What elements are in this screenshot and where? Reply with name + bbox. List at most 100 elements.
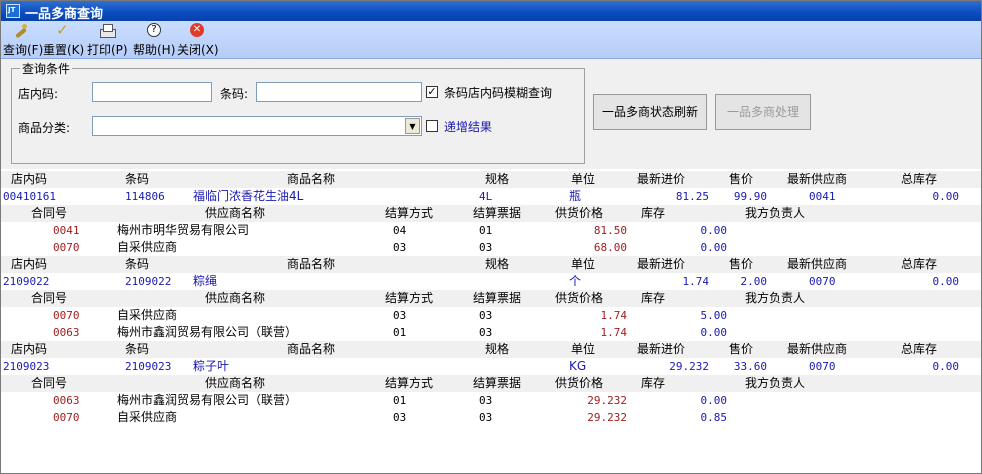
- store-code-input[interactable]: [92, 82, 212, 102]
- supplier-row[interactable]: 0070 自采供应商 03 03 1.74 5.00: [1, 307, 981, 324]
- printer-icon: [99, 23, 116, 39]
- category-label: 商品分类:: [18, 121, 71, 135]
- category-select[interactable]: ▼: [92, 116, 422, 136]
- latest-supplier-cell: 0041: [809, 190, 836, 203]
- sub-column-header-s2: 供应商名称: [205, 206, 266, 220]
- sub-column-header-s6: 库存: [641, 206, 666, 220]
- title-bar: 一品多商查询: [1, 1, 981, 22]
- sub-column-header-s3: 结算方式: [385, 291, 434, 305]
- barcode-label: 条码:: [220, 87, 249, 101]
- supply-price-cell: 29.232: [587, 411, 627, 424]
- item-header-row: 店内码 条码 商品名称 规格 单位 最新进价 售价 最新供应商 总库存: [1, 171, 981, 188]
- close-button[interactable]: 关闭(X): [177, 23, 219, 57]
- item-row[interactable]: 2109023 2109023 粽子叶 KG 29.232 33.60 0070 0.00: [1, 358, 981, 375]
- close-icon: [189, 23, 205, 39]
- spec-cell: 4L: [479, 190, 493, 203]
- increment-label: 递增结果: [444, 120, 493, 134]
- product-name-cell: 粽子叶: [193, 359, 230, 373]
- vendor-name-cell: 梅州市鑫润贸易有限公司（联营）: [117, 393, 298, 407]
- item-row[interactable]: 2109022 2109022 粽绳 个 1.74 2.00 0070 0.00: [1, 273, 981, 290]
- reset-button[interactable]: 重置(K): [43, 21, 85, 57]
- column-header-c3: 商品名称: [287, 342, 336, 356]
- column-header-c1: 店内码: [11, 257, 48, 271]
- total-stock-cell: 0.00: [932, 190, 960, 203]
- item-row[interactable]: 00410161 114806 福临门浓香花生油4L 4L 瓶 81.25 99.90 004…: [1, 188, 981, 205]
- product-name-cell: 粽绳: [193, 274, 218, 288]
- settle-method-cell: 03: [393, 241, 407, 254]
- column-header-c2: 条码: [125, 342, 150, 356]
- inventory-cell: 5.00: [700, 309, 728, 322]
- query-panel: 查询条件 店内码: 条码: ✓ 条码店内码模糊查询 商品分类: ▼ 递增结果 一…: [1, 59, 981, 169]
- increment-checkbox[interactable]: [426, 120, 438, 132]
- inventory-cell: 0.85: [700, 411, 728, 424]
- barcode-cell: 114806: [125, 190, 165, 203]
- supplier-header-row: 合同号 供应商名称 结算方式 结算票据 供货价格 库存 我方负责人: [1, 375, 981, 392]
- column-header-c7: 售价: [729, 342, 754, 356]
- vendor-name-cell: 自采供应商: [117, 240, 178, 254]
- column-header-c1: 店内码: [11, 172, 48, 186]
- column-header-c4: 规格: [485, 172, 510, 186]
- vendor-name-cell: 自采供应商: [117, 410, 178, 424]
- result-grid: 店内码 条码 商品名称 规格 单位 最新进价 售价 最新供应商 总库存 00410161 11480…: [1, 171, 981, 473]
- settle-bill-cell: 01: [479, 224, 493, 237]
- settle-bill-cell: 03: [479, 241, 493, 254]
- store-code-cell: 2109023: [3, 360, 50, 373]
- settle-bill-cell: 03: [479, 326, 493, 339]
- dropdown-arrow-icon[interactable]: ▼: [405, 118, 420, 134]
- column-header-c7: 售价: [729, 257, 754, 271]
- supplier-row[interactable]: 0070 自采供应商 03 03 29.232 0.85: [1, 409, 981, 426]
- barcode-input[interactable]: [256, 82, 422, 102]
- unit-cell: 个: [569, 274, 582, 288]
- help-button[interactable]: 帮助(H): [133, 23, 175, 57]
- item-header-row: 店内码 条码 商品名称 规格 单位 最新进价 售价 最新供应商 总库存: [1, 341, 981, 358]
- print-button[interactable]: 打印(P): [87, 23, 128, 57]
- query-button[interactable]: 查询(F): [3, 23, 44, 57]
- help-icon: [145, 23, 161, 39]
- column-header-c5: 单位: [571, 342, 596, 356]
- sale-price-cell: 33.60: [733, 360, 767, 373]
- supplier-row[interactable]: 0041 梅州市明华贸易有限公司 04 01 81.50 0.00: [1, 222, 981, 239]
- sub-column-header-s7: 我方负责人: [745, 376, 806, 390]
- app-icon: [6, 4, 20, 18]
- toolbar: 查询(F) 重置(K) 打印(P) 帮助(H) 关闭(X): [1, 21, 981, 59]
- query-label: 查询(F): [3, 43, 44, 57]
- supply-price-cell: 1.74: [600, 309, 628, 322]
- latest-supplier-cell: 0070: [809, 360, 836, 373]
- store-code-cell: 00410161: [3, 190, 56, 203]
- column-header-c4: 规格: [485, 257, 510, 271]
- supplier-row[interactable]: 0063 梅州市鑫润贸易有限公司（联营） 01 03 1.74 0.00: [1, 324, 981, 341]
- supply-price-cell: 68.00: [593, 241, 627, 254]
- settle-method-cell: 01: [393, 326, 407, 339]
- latest-cost-cell: 81.25: [675, 190, 709, 203]
- window: 一品多商查询 查询(F) 重置(K) 打印(P) 帮助(H) 关闭(X) 查询条…: [0, 0, 982, 474]
- column-header-c3: 商品名称: [287, 172, 336, 186]
- supply-price-cell: 29.232: [587, 394, 627, 407]
- column-header-c3: 商品名称: [287, 257, 336, 271]
- inventory-cell: 0.00: [700, 326, 728, 339]
- column-header-c2: 条码: [125, 257, 150, 271]
- total-stock-cell: 0.00: [932, 360, 960, 373]
- reset-label: 重置(K): [43, 43, 85, 57]
- column-header-c9: 总库存: [901, 342, 938, 356]
- supply-price-cell: 81.50: [593, 224, 627, 237]
- column-header-c2: 条码: [125, 172, 150, 186]
- sub-column-header-s7: 我方负责人: [745, 291, 806, 305]
- process-button[interactable]: 一品多商处理: [715, 94, 811, 130]
- status-refresh-button[interactable]: 一品多商状态刷新: [593, 94, 707, 130]
- contract-no-cell: 0070: [53, 309, 80, 322]
- sale-price-cell: 2.00: [740, 275, 768, 288]
- column-header-c8: 最新供应商: [787, 342, 848, 356]
- fuzzy-query-checkbox[interactable]: ✓: [426, 86, 438, 98]
- supplier-row[interactable]: 0070 自采供应商 03 03 68.00 0.00: [1, 239, 981, 256]
- sub-column-header-s4: 结算票据: [473, 206, 522, 220]
- query-icon: [13, 23, 29, 39]
- vendor-name-cell: 梅州市鑫润贸易有限公司（联营）: [117, 325, 298, 339]
- supplier-row[interactable]: 0063 梅州市鑫润贸易有限公司（联营） 01 03 29.232 0.00: [1, 392, 981, 409]
- inventory-cell: 0.00: [700, 394, 728, 407]
- sub-column-header-s4: 结算票据: [473, 376, 522, 390]
- inventory-cell: 0.00: [700, 224, 728, 237]
- column-header-c8: 最新供应商: [787, 257, 848, 271]
- settle-bill-cell: 03: [479, 411, 493, 424]
- vendor-name-cell: 自采供应商: [117, 308, 178, 322]
- column-header-c1: 店内码: [11, 342, 48, 356]
